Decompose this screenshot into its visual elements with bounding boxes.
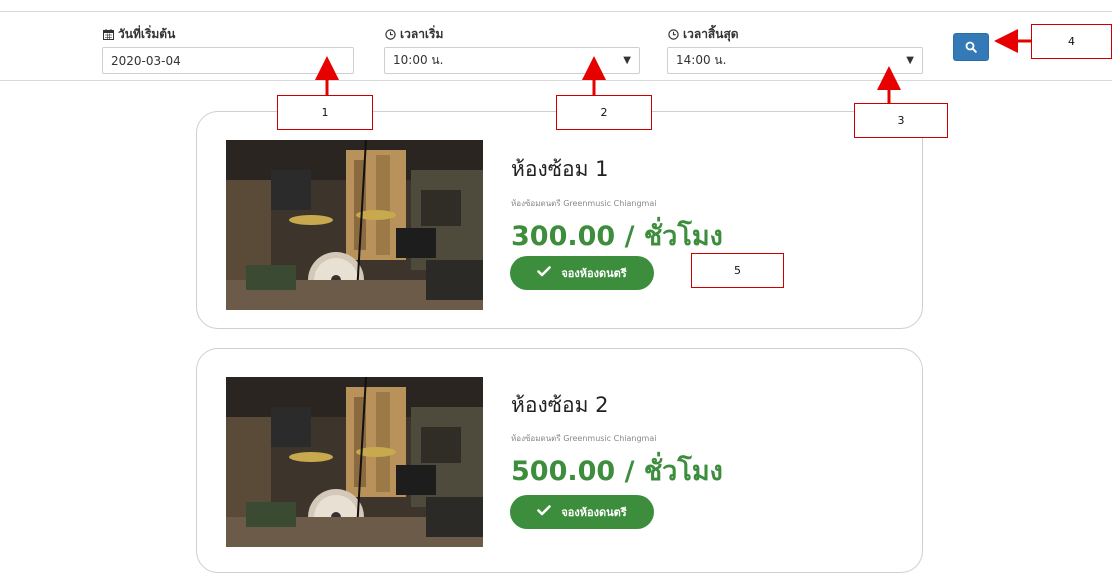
- search-button[interactable]: [953, 33, 989, 61]
- calendar-icon: [103, 29, 114, 40]
- start-time-value: 10:00 น.: [393, 53, 444, 67]
- room-price: 500.00 / ชั่วโมง: [511, 456, 723, 487]
- start-date-label: วันที่เริ่มต้น: [103, 25, 175, 44]
- room-venue: ห้องซ้อมดนตรี Greenmusic Chiangmai: [511, 199, 657, 208]
- room-card: ห้องซ้อม 2 ห้องซ้อมดนตรี Greenmusic Chia…: [196, 348, 923, 573]
- start-date-input[interactable]: [102, 47, 354, 74]
- room-venue: ห้องซ้อมดนตรี Greenmusic Chiangmai: [511, 434, 657, 443]
- start-time-select[interactable]: 10:00 น. ▼: [384, 47, 640, 74]
- filter-bar-bottom-border: [0, 80, 1112, 81]
- book-room-button[interactable]: จองห้องดนตรี: [510, 495, 654, 529]
- callout-box-3: 3: [854, 103, 948, 138]
- end-time-value: 14:00 น.: [676, 53, 727, 67]
- room-title: ห้องซ้อม 2: [511, 393, 609, 417]
- clock-icon: [385, 29, 396, 40]
- end-time-select[interactable]: 14:00 น. ▼: [667, 47, 923, 74]
- start-date-label-text: วันที่เริ่มต้น: [118, 27, 176, 41]
- end-time-label-text: เวลาสิ้นสุด: [683, 27, 739, 41]
- room-title: ห้องซ้อม 1: [511, 157, 609, 181]
- caret-down-icon: ▼: [906, 55, 914, 66]
- clock-icon: [668, 29, 679, 40]
- caret-down-icon: ▼: [623, 55, 631, 66]
- check-icon: [537, 505, 552, 519]
- callout-box-1: 1: [277, 95, 373, 130]
- search-icon: [965, 38, 977, 57]
- callout-box-5: 5: [691, 253, 784, 288]
- book-room-button[interactable]: จองห้องดนตรี: [510, 256, 654, 290]
- room-photo: [226, 377, 483, 547]
- start-time-label-text: เวลาเริ่ม: [400, 27, 444, 41]
- callout-box-4: 4: [1031, 24, 1112, 59]
- end-time-label: เวลาสิ้นสุด: [668, 25, 739, 44]
- filter-bar-top-border: [0, 11, 1112, 12]
- callout-box-2: 2: [556, 95, 652, 130]
- room-photo: [226, 140, 483, 310]
- check-icon: [537, 266, 552, 280]
- room-card: ห้องซ้อม 1 ห้องซ้อมดนตรี Greenmusic Chia…: [196, 111, 923, 329]
- book-room-label: จองห้องดนตรี: [561, 506, 627, 519]
- book-room-label: จองห้องดนตรี: [561, 267, 627, 280]
- room-price: 300.00 / ชั่วโมง: [511, 221, 723, 252]
- start-time-label: เวลาเริ่ม: [385, 25, 443, 44]
- start-date-input-field[interactable]: [111, 53, 345, 68]
